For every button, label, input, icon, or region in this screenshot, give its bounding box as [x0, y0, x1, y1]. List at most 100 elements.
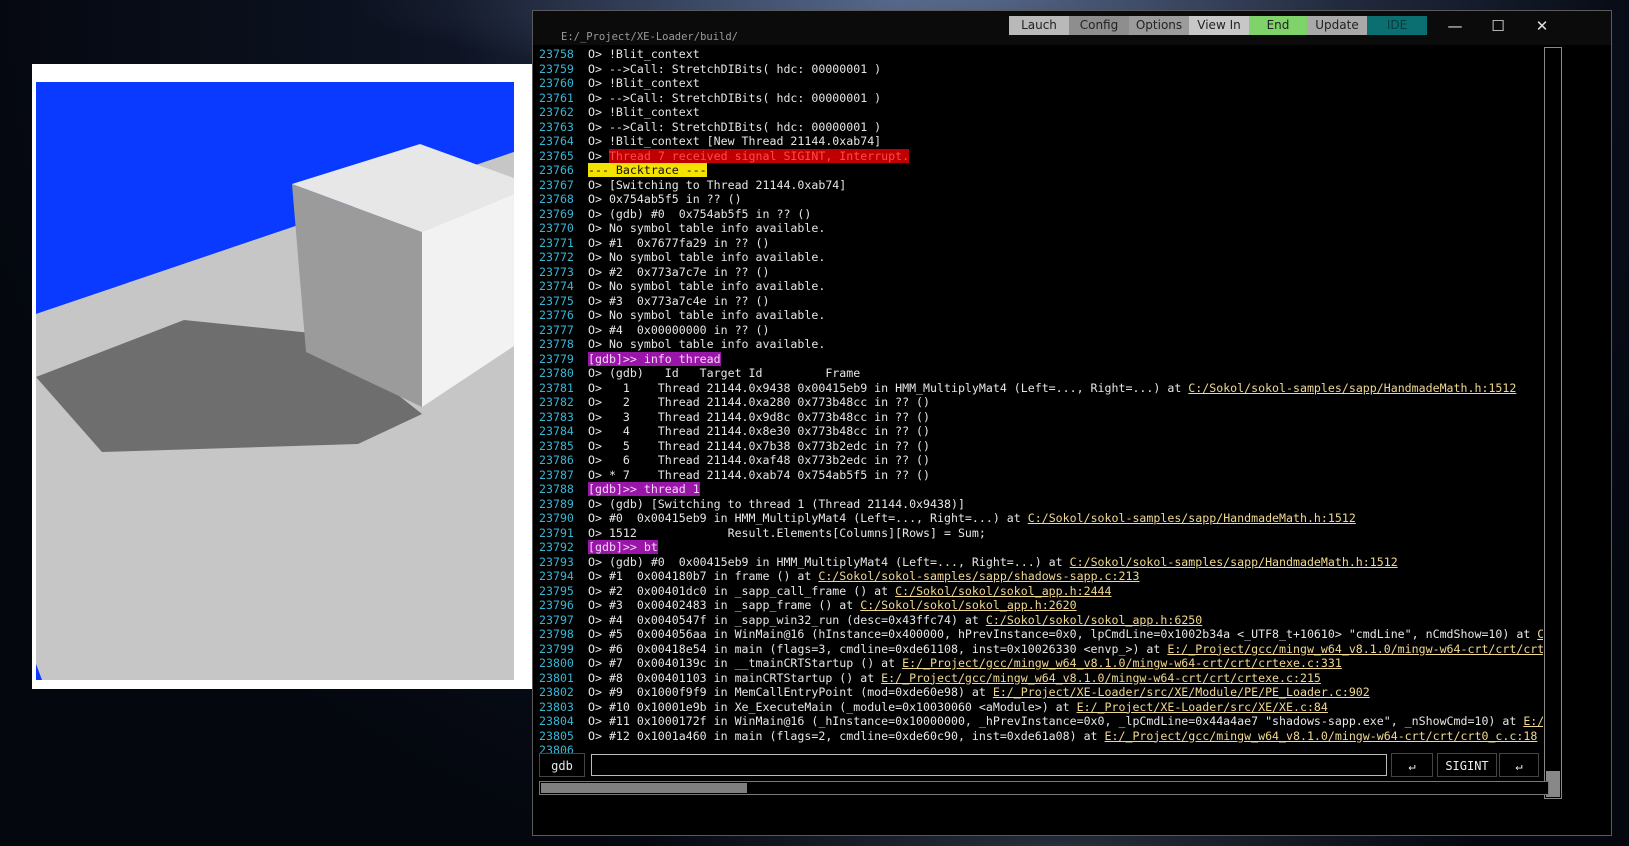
source-link[interactable]: C:/Sok — [1537, 627, 1543, 641]
line-text: O> -->Call: StretchDIBits( hdc: 00000001… — [588, 119, 882, 134]
line-number: 23791 — [539, 525, 574, 540]
line-number: 23793 — [539, 554, 574, 569]
enter-icon-2[interactable]: ↵ — [1499, 753, 1539, 777]
minimize-button[interactable]: — — [1442, 15, 1468, 37]
close-button[interactable]: ✕ — [1529, 15, 1555, 37]
line-text: O> No symbol table info available. — [588, 279, 826, 293]
line-text: O> (gdb) #0 0x00415eb9 in HMM_MultiplyMa… — [588, 554, 1070, 569]
console-line: 23765 O> Thread 7 received signal SIGINT,… — [539, 148, 1543, 164]
line-number: 23758 — [539, 47, 574, 61]
source-link[interactable]: E:/_Project/gcc/mingw_w64_v8.1.0/mingw-w… — [1167, 642, 1543, 656]
line-text: O> 6 Thread 21144.0xaf48 0x773b2edc in ?… — [588, 453, 931, 467]
console-line: 23784 O> 4 Thread 21144.0x8e30 0x773b48cc… — [539, 424, 1543, 439]
console-line: 23803 O> #10 0x10001e9b in Xe_ExecuteMain… — [539, 700, 1543, 715]
line-number: 23795 — [539, 583, 574, 598]
console-line: 23782 O> 2 Thread 21144.0xa280 0x773b48cc… — [539, 395, 1543, 410]
console-line: 23761 O> -->Call: StretchDIBits( hdc: 000… — [539, 91, 1543, 106]
console-line: 23791 O> 1512 Result.Elements[Columns][Ro… — [539, 526, 1543, 541]
console-line: 23785 O> 5 Thread 21144.0x7b38 0x773b2edc… — [539, 439, 1543, 454]
source-link[interactable]: E:/_Project/gcc/mingw_w64_v8.1.0/mingw-w… — [881, 671, 1321, 685]
source-link[interactable]: C:/Sokol/sokol/sokol_app.h:2444 — [895, 584, 1111, 598]
source-link[interactable]: C:/Sokol/sokol-samples/sapp/shadows-sapp… — [818, 569, 1139, 583]
working-directory: E:/_Project/XE-Loader/build/ — [561, 31, 739, 43]
line-text: O> #4 0x0040547f in _sapp_win32_run (des… — [588, 612, 986, 627]
gdb-label: gdb — [539, 753, 585, 777]
line-number: 23761 — [539, 90, 574, 105]
line-text: O> !Blit_context — [588, 47, 700, 61]
line-number: 23764 — [539, 134, 574, 148]
console-line: 23780 O> (gdb) Id Target Id Frame — [539, 366, 1543, 381]
line-number: 23779 — [539, 351, 574, 366]
console-line: 23795 O> #2 0x00401dc0 in _sapp_call_fram… — [539, 584, 1543, 599]
source-link[interactable]: E:/_Project/gcc/mingw_w64_v8.1.0/mingw-w… — [1105, 729, 1538, 743]
tab-end[interactable]: End — [1249, 16, 1307, 35]
source-link[interactable]: E:/_Proj — [1523, 714, 1543, 728]
maximize-button[interactable]: ☐ — [1485, 15, 1511, 37]
line-text: O> (gdb) [Switching to thread 1 (Thread … — [588, 496, 965, 511]
command-input[interactable] — [591, 754, 1387, 776]
source-link[interactable]: C:/Sokol/sokol-samples/sapp/HandmadeMath… — [1070, 555, 1398, 569]
console-window[interactable]: E:/_Project/XE-Loader/build/ Lauch Config… — [532, 10, 1612, 836]
line-number: 23792 — [539, 540, 574, 554]
tab-config[interactable]: Config — [1069, 16, 1129, 35]
tab-ide[interactable]: IDE — [1367, 16, 1427, 35]
line-text: O> #1 0x7677fa29 in ?? () — [588, 235, 770, 250]
horizontal-scrollbar[interactable] — [539, 781, 1549, 795]
console-line: 23779 [gdb]>> info thread — [539, 351, 1543, 367]
tab-options[interactable]: Options — [1129, 16, 1189, 35]
sigint-button[interactable]: SIGINT — [1437, 753, 1497, 777]
horizontal-scroll-thumb[interactable] — [541, 783, 747, 793]
console-line: 23781 O> 1 Thread 21144.0x9438 0x00415eb9… — [539, 381, 1543, 396]
console-line: 23764 O> !Blit_context [New Thread 21144.… — [539, 134, 1543, 149]
source-link[interactable]: C:/Sokol/sokol-samples/sapp/HandmadeMath… — [1028, 511, 1356, 525]
source-link[interactable]: C:/Sokol/sokol/sokol_app.h:2620 — [860, 598, 1076, 612]
source-link[interactable]: E:/_Project/gcc/mingw_w64_v8.1.0/mingw-w… — [902, 656, 1342, 670]
line-text: O> #1 0x004180b7 in frame () at — [588, 569, 819, 583]
console-line: 23786 O> 6 Thread 21144.0xaf48 0x773b2edc… — [539, 453, 1543, 468]
console-output[interactable]: 23758 O> !Blit_context 23759 O> -->Call: St… — [539, 47, 1543, 799]
line-number: 23803 — [539, 699, 574, 714]
source-link[interactable]: E:/_Project/XE-Loader/src/XE/Module/PE/P… — [993, 685, 1370, 699]
line-text: O> #6 0x00418e54 in main (flags=3, cmdli… — [588, 641, 1168, 656]
console-line: 23796 O> #3 0x00402483 in _sapp_frame () … — [539, 598, 1543, 613]
console-line: 23771 O> #1 0x7677fa29 in ?? () — [539, 236, 1543, 251]
tab-lauch[interactable]: Lauch — [1009, 16, 1069, 35]
line-text: O> #4 0x00000000 in ?? () — [588, 322, 770, 337]
line-text: O> #5 0x004056aa in WinMain@16 (hInstanc… — [588, 627, 1538, 641]
line-text: O> #9 0x1000f9f9 in MemCallEntryPoint (m… — [588, 685, 993, 699]
render-window[interactable] — [32, 64, 537, 689]
tab-update[interactable]: Update — [1307, 16, 1367, 35]
line-text: O> No symbol table info available. — [588, 337, 826, 351]
line-number: 23765 — [539, 148, 574, 163]
line-number: 23786 — [539, 453, 574, 467]
source-link[interactable]: C:/Sokol/sokol/sokol_app.h:6250 — [986, 613, 1202, 627]
title-bar[interactable]: E:/_Project/XE-Loader/build/ Lauch Config… — [533, 11, 1611, 45]
console-line: 23763 O> -->Call: StretchDIBits( hdc: 000… — [539, 120, 1543, 135]
source-link[interactable]: C:/Sokol/sokol-samples/sapp/HandmadeMath… — [1188, 381, 1516, 395]
line-text: [gdb]>> info thread — [588, 351, 721, 366]
line-text: O> 1512 Result.Elements[Columns][Rows] =… — [588, 525, 986, 540]
tab-view-in[interactable]: View In — [1189, 16, 1249, 35]
line-text: --- Backtrace --- — [588, 163, 707, 177]
line-number: 23778 — [539, 337, 574, 351]
line-number: 23785 — [539, 438, 574, 453]
command-bar: gdb ↵ SIGINT ↵ — [539, 753, 1543, 779]
console-line: 23797 O> #4 0x0040547f in _sapp_win32_run… — [539, 613, 1543, 628]
line-text: O> #2 0x00401dc0 in _sapp_call_frame () … — [588, 583, 896, 598]
enter-icon[interactable]: ↵ — [1391, 753, 1433, 777]
line-number: 23777 — [539, 322, 574, 337]
line-text: O> 5 Thread 21144.0x7b38 0x773b2edc in ?… — [588, 438, 931, 453]
source-link[interactable]: E:/_Project/XE-Loader/src/XE/XE.c:84 — [1077, 700, 1328, 714]
line-number: 23783 — [539, 409, 574, 424]
console-line: 23792 [gdb]>> bt — [539, 540, 1543, 555]
line-number: 23784 — [539, 424, 574, 438]
console-line: 23778 O> No symbol table info available. — [539, 337, 1543, 352]
line-text: Thread 7 received signal SIGINT, Interru… — [608, 148, 910, 163]
line-number: 23798 — [539, 627, 574, 641]
line-number: 23800 — [539, 656, 574, 670]
render-viewport — [36, 82, 514, 680]
vertical-scrollbar[interactable] — [1544, 47, 1562, 799]
line-number: 23790 — [539, 511, 574, 525]
console-line: 23801 O> #8 0x00401103 in mainCRTStartup … — [539, 671, 1543, 686]
line-number: 23766 — [539, 163, 574, 177]
